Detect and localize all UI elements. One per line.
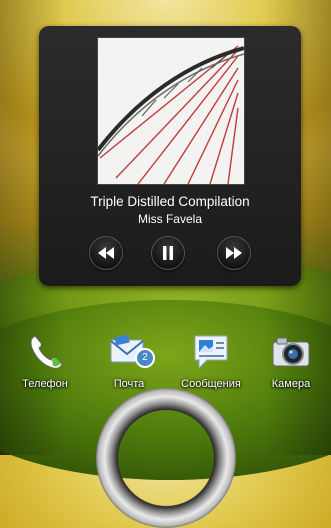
dock-item-mail[interactable]: 2 Почта — [99, 330, 159, 390]
dock-label-messages: Сообщения — [181, 378, 241, 390]
dock-item-camera[interactable]: Камера — [261, 330, 321, 390]
next-button[interactable] — [217, 236, 251, 270]
previous-button[interactable] — [89, 236, 123, 270]
camera-icon — [272, 337, 310, 367]
pause-icon — [163, 246, 173, 260]
dock-label-camera: Камера — [271, 378, 311, 390]
lockscreen-ring[interactable] — [96, 388, 236, 528]
messages-icon — [194, 335, 228, 370]
album-art[interactable] — [97, 37, 245, 185]
pause-button[interactable] — [151, 236, 185, 270]
track-artist: Miss Favela — [137, 212, 202, 226]
dock-label-mail: Почта — [113, 378, 145, 390]
rewind-icon — [98, 247, 114, 259]
phone-icon — [30, 335, 63, 369]
unread-badge: 2 — [135, 348, 155, 368]
dock-item-messages[interactable]: Сообщения — [181, 330, 241, 390]
fast-forward-icon — [226, 247, 242, 259]
track-title: Triple Distilled Compilation — [90, 194, 250, 209]
dock-label-phone: Телефон — [22, 378, 68, 390]
music-player-widget: Triple Distilled Compilation Miss Favela — [39, 26, 301, 286]
dock-item-phone[interactable]: Телефон — [15, 330, 75, 390]
